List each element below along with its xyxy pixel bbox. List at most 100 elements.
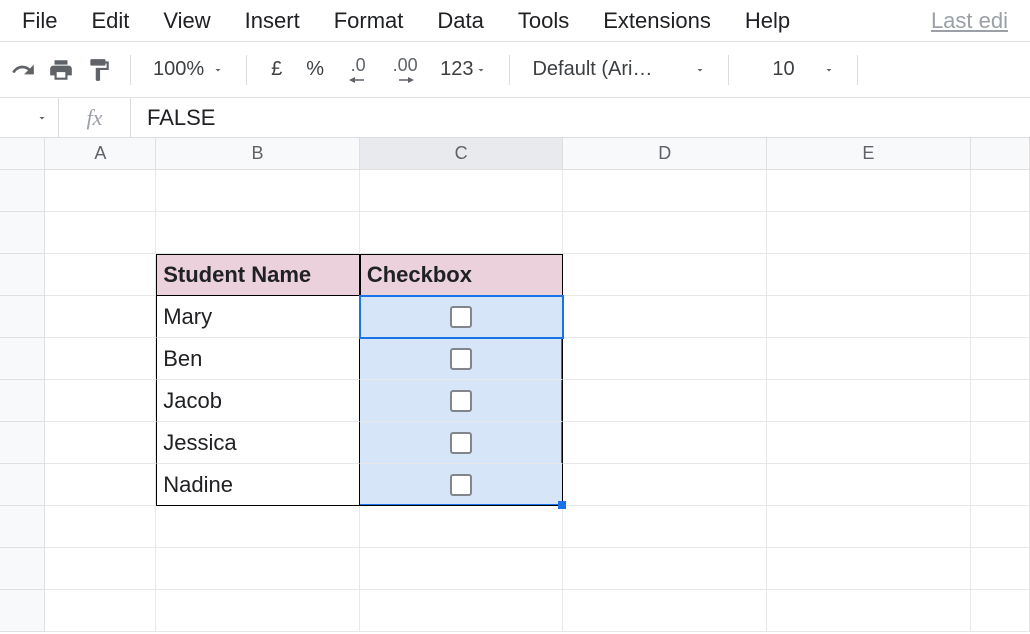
cell[interactable] bbox=[360, 548, 564, 590]
cell[interactable] bbox=[563, 506, 767, 548]
font-size-combo[interactable]: 10 bbox=[743, 53, 843, 87]
cell[interactable] bbox=[360, 506, 564, 548]
row-header[interactable] bbox=[0, 254, 45, 296]
cell[interactable] bbox=[45, 590, 156, 632]
number-format-combo[interactable]: 123 bbox=[432, 53, 495, 87]
menu-extensions[interactable]: Extensions bbox=[587, 2, 727, 40]
col-header-b[interactable]: B bbox=[156, 138, 360, 169]
checkbox-icon[interactable] bbox=[450, 390, 472, 412]
cell[interactable] bbox=[767, 548, 971, 590]
cell[interactable] bbox=[767, 380, 971, 422]
menu-view[interactable]: View bbox=[147, 2, 226, 40]
table-cell-checkbox[interactable] bbox=[360, 464, 563, 506]
row-header[interactable] bbox=[0, 548, 45, 590]
cell[interactable] bbox=[767, 590, 971, 632]
col-header-c[interactable]: C bbox=[360, 138, 564, 169]
table-cell-checkbox[interactable] bbox=[360, 296, 563, 338]
cell[interactable] bbox=[563, 212, 767, 254]
cell[interactable] bbox=[767, 296, 971, 338]
row-header[interactable] bbox=[0, 464, 45, 506]
checkbox-icon[interactable] bbox=[450, 432, 472, 454]
cell[interactable] bbox=[45, 296, 156, 338]
cell[interactable] bbox=[971, 380, 1030, 422]
formula-input[interactable] bbox=[131, 98, 1030, 137]
cell[interactable] bbox=[45, 422, 156, 464]
cell[interactable] bbox=[971, 590, 1030, 632]
col-header-e[interactable]: E bbox=[767, 138, 971, 169]
cell[interactable] bbox=[156, 548, 360, 590]
row-header[interactable] bbox=[0, 590, 45, 632]
cell[interactable] bbox=[563, 296, 767, 338]
zoom-combo[interactable]: 100% bbox=[145, 53, 232, 87]
cell[interactable] bbox=[563, 380, 767, 422]
row-header[interactable] bbox=[0, 422, 45, 464]
cell[interactable] bbox=[563, 338, 767, 380]
table-cell-name[interactable]: Mary bbox=[156, 296, 360, 338]
table-cell-name[interactable]: Jessica bbox=[156, 422, 360, 464]
menu-help[interactable]: Help bbox=[729, 2, 806, 40]
cell[interactable] bbox=[360, 590, 564, 632]
cell[interactable] bbox=[971, 422, 1030, 464]
cell[interactable] bbox=[971, 212, 1030, 254]
cell[interactable] bbox=[563, 548, 767, 590]
row-header[interactable] bbox=[0, 338, 45, 380]
menu-data[interactable]: Data bbox=[421, 2, 499, 40]
cell[interactable] bbox=[156, 212, 360, 254]
selection-handle[interactable] bbox=[558, 501, 566, 509]
cell[interactable] bbox=[767, 422, 971, 464]
table-cell-checkbox[interactable] bbox=[360, 422, 563, 464]
row-header[interactable] bbox=[0, 212, 45, 254]
cell[interactable] bbox=[156, 170, 360, 212]
cell[interactable] bbox=[45, 254, 156, 296]
col-header-d[interactable]: D bbox=[563, 138, 767, 169]
cell[interactable] bbox=[767, 170, 971, 212]
name-box[interactable] bbox=[0, 98, 59, 137]
cell[interactable] bbox=[360, 212, 564, 254]
table-cell-name[interactable]: Ben bbox=[156, 338, 360, 380]
cell[interactable] bbox=[563, 464, 767, 506]
menu-format[interactable]: Format bbox=[318, 2, 420, 40]
table-header-checkbox[interactable]: Checkbox bbox=[360, 254, 564, 296]
checkbox-icon[interactable] bbox=[450, 306, 472, 328]
cell[interactable] bbox=[971, 464, 1030, 506]
paint-format-button[interactable] bbox=[82, 53, 116, 87]
cell[interactable] bbox=[563, 170, 767, 212]
cell[interactable] bbox=[971, 506, 1030, 548]
currency-button[interactable]: £ bbox=[261, 53, 292, 87]
table-cell-checkbox[interactable] bbox=[360, 338, 563, 380]
print-button[interactable] bbox=[44, 53, 78, 87]
decrease-decimal-button[interactable]: .0 bbox=[338, 53, 378, 87]
checkbox-icon[interactable] bbox=[450, 348, 472, 370]
cell[interactable] bbox=[767, 464, 971, 506]
font-combo[interactable]: Default (Ari… bbox=[524, 53, 714, 87]
menu-edit[interactable]: Edit bbox=[75, 2, 145, 40]
cell[interactable] bbox=[767, 338, 971, 380]
cell[interactable] bbox=[971, 296, 1030, 338]
last-edit-link[interactable]: Last edi bbox=[915, 2, 1024, 40]
table-cell-checkbox[interactable] bbox=[360, 380, 563, 422]
cell[interactable] bbox=[45, 548, 156, 590]
increase-decimal-button[interactable]: .00 bbox=[382, 53, 428, 87]
menu-insert[interactable]: Insert bbox=[229, 2, 316, 40]
table-header-name[interactable]: Student Name bbox=[156, 254, 360, 296]
cell[interactable] bbox=[45, 170, 156, 212]
percent-button[interactable]: % bbox=[296, 53, 334, 87]
cell[interactable] bbox=[156, 506, 360, 548]
row-header[interactable] bbox=[0, 296, 45, 338]
cell[interactable] bbox=[767, 254, 971, 296]
checkbox-icon[interactable] bbox=[450, 474, 472, 496]
cell[interactable] bbox=[45, 464, 156, 506]
cell[interactable] bbox=[767, 506, 971, 548]
cell[interactable] bbox=[971, 338, 1030, 380]
redo-button[interactable] bbox=[6, 53, 40, 87]
cell[interactable] bbox=[767, 212, 971, 254]
cell[interactable] bbox=[45, 212, 156, 254]
row-header[interactable] bbox=[0, 506, 45, 548]
table-cell-name[interactable]: Jacob bbox=[156, 380, 360, 422]
menu-file[interactable]: File bbox=[6, 2, 73, 40]
cell[interactable] bbox=[360, 170, 564, 212]
cell[interactable] bbox=[563, 254, 767, 296]
cell[interactable] bbox=[971, 254, 1030, 296]
table-cell-name[interactable]: Nadine bbox=[156, 464, 360, 506]
cell[interactable] bbox=[971, 170, 1030, 212]
